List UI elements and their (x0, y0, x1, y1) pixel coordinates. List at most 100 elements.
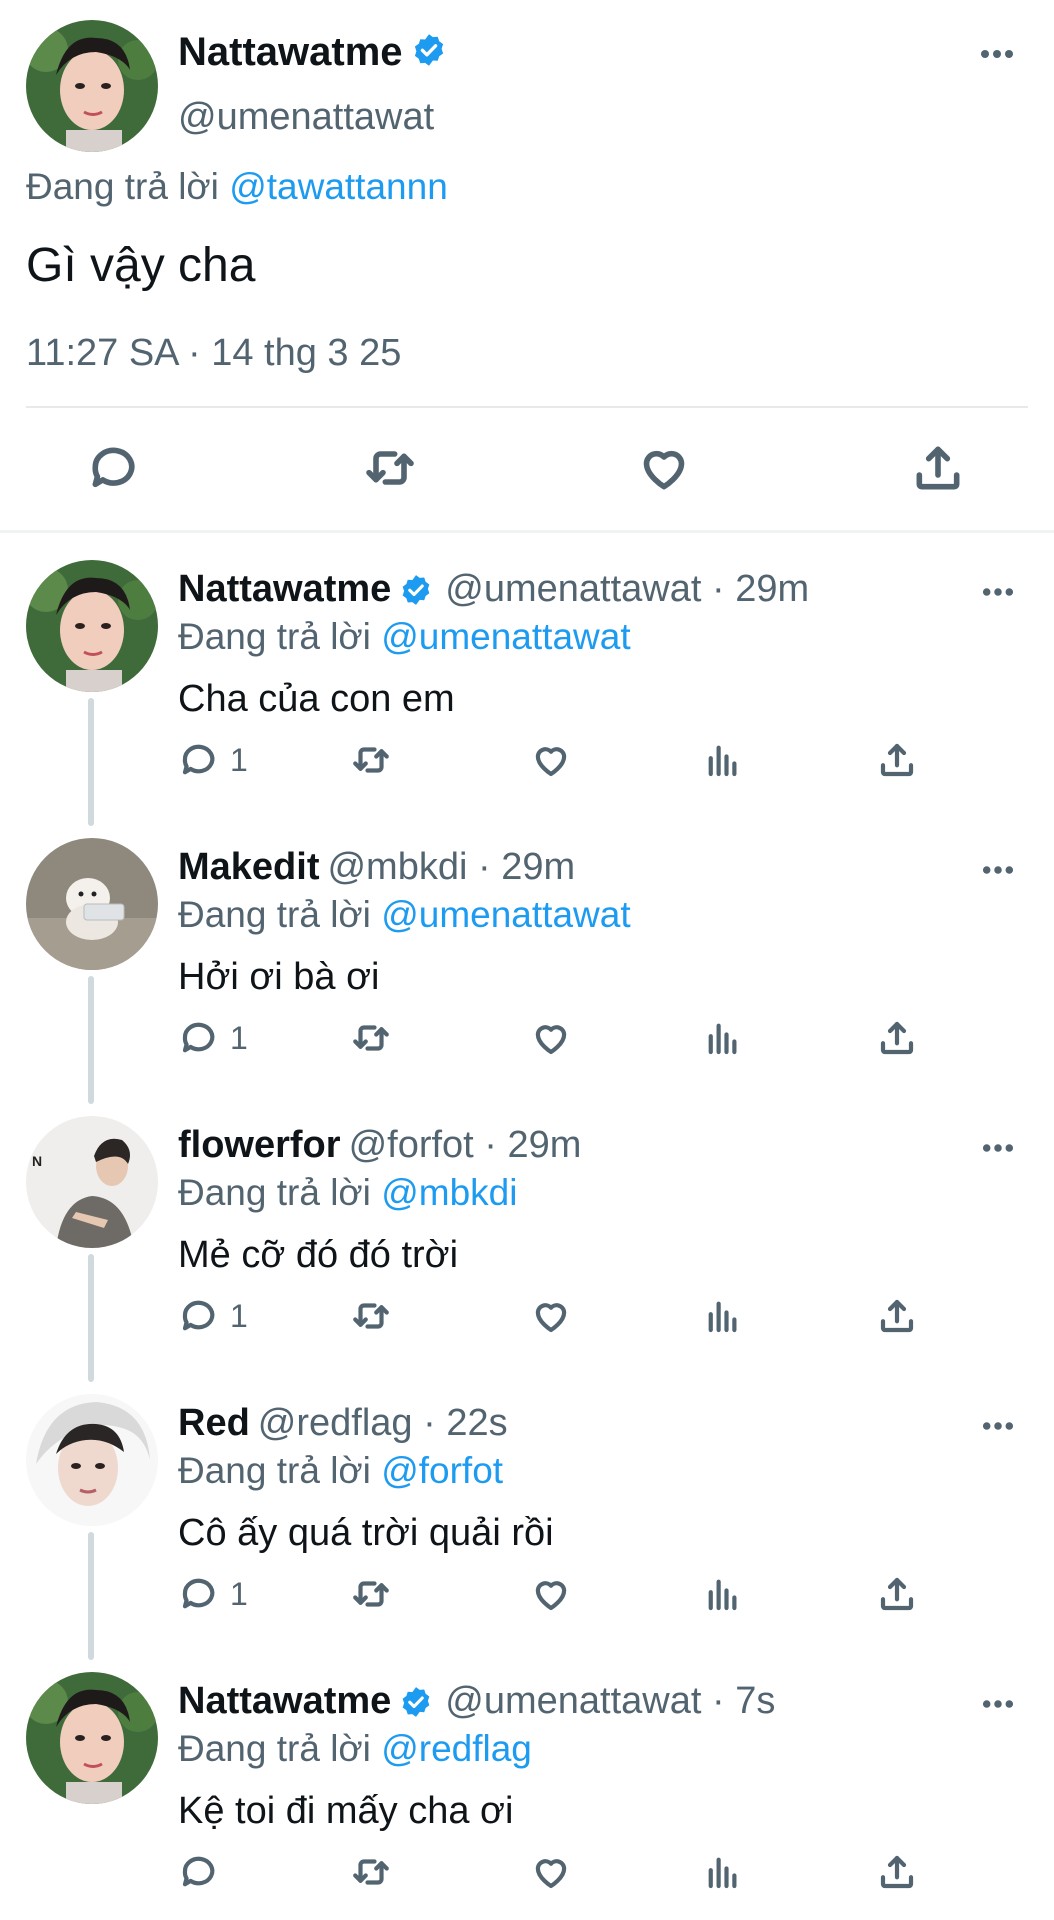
reply-button[interactable]: 1 (178, 738, 248, 782)
reply-button[interactable] (178, 1850, 230, 1894)
reply-icon[interactable] (86, 440, 142, 496)
retweet-icon (353, 1303, 389, 1329)
replying-prefix: Đang trả lời (178, 1728, 382, 1769)
author-name[interactable]: Makedit (178, 846, 319, 889)
thread-line (88, 698, 94, 826)
like-button[interactable] (530, 1572, 572, 1616)
author-meta[interactable]: @forfot · 29m (349, 1124, 582, 1167)
replying-mention[interactable]: @umenattawat (381, 616, 630, 657)
replying-mention[interactable]: @mbkdi (381, 1172, 517, 1213)
views-button[interactable] (702, 1294, 744, 1338)
retweet-icon (353, 1859, 389, 1885)
divider (26, 406, 1028, 408)
more-options-icon[interactable] (982, 1418, 1014, 1436)
avatar[interactable] (26, 560, 158, 692)
more-options-icon[interactable] (982, 1140, 1014, 1158)
replying-mention[interactable]: @tawattannn (229, 166, 448, 207)
views-button[interactable] (702, 1016, 744, 1060)
reply-tweet[interactable]: Nattawatme @umenattawat · 7s Đang trả lờ… (0, 1660, 1054, 1920)
author-line: Nattawatme @umenattawat · 29m (178, 568, 809, 611)
views-button[interactable] (702, 1850, 744, 1894)
views-icon (708, 1301, 737, 1333)
tweet-text: Mẻ cỡ đó đó trời (178, 1234, 459, 1276)
like-button[interactable] (530, 1016, 572, 1060)
author-meta[interactable]: @umenattawat · 29m (445, 568, 809, 611)
reply-tweet[interactable]: N flowerfor @forfot · 29m Đang trả lời @… (0, 1104, 1054, 1382)
replying-to: Đang trả lời @redflag (178, 1728, 532, 1770)
replying-mention[interactable]: @redflag (381, 1728, 532, 1769)
share-button[interactable] (876, 1294, 918, 1338)
retweet-icon (353, 1025, 389, 1051)
share-button[interactable] (876, 1572, 918, 1616)
reply-count: 1 (230, 1575, 248, 1612)
views-icon (708, 1579, 737, 1611)
avatar[interactable] (26, 20, 158, 152)
like-icon (535, 1025, 567, 1055)
tweet-actions (178, 1850, 958, 1900)
retweet-button[interactable] (350, 1016, 392, 1060)
retweet-button[interactable] (350, 1850, 392, 1894)
replying-mention[interactable]: @umenattawat (381, 894, 630, 935)
reply-button[interactable]: 1 (178, 1294, 248, 1338)
like-button[interactable] (530, 1294, 572, 1338)
author-handle[interactable]: @umenattawat (178, 96, 434, 139)
retweet-button[interactable] (350, 1294, 392, 1338)
author-meta[interactable]: @mbkdi · 29m (327, 846, 575, 889)
avatar[interactable] (26, 1672, 158, 1804)
author-line: Red @redflag · 22s (178, 1402, 508, 1445)
reply-icon (182, 744, 215, 775)
retweet-icon[interactable] (362, 440, 418, 496)
reply-button[interactable]: 1 (178, 1016, 248, 1060)
replying-prefix: Đang trả lời (178, 894, 382, 935)
more-options-icon[interactable] (982, 584, 1014, 602)
reply-tweet[interactable]: Makedit @mbkdi · 29m Đang trả lời @umena… (0, 826, 1054, 1104)
reply-tweet[interactable]: Nattawatme @umenattawat · 29m Đang trả l… (0, 548, 1054, 826)
replying-prefix: Đang trả lời (178, 1450, 382, 1491)
tweet-text: Cô ấy quá trời quải rồi (178, 1512, 554, 1554)
reply-icon (182, 1022, 215, 1053)
like-button[interactable] (530, 738, 572, 782)
author-name[interactable]: flowerfor (178, 1124, 341, 1167)
more-options-icon[interactable] (982, 862, 1014, 880)
tweet-timestamp[interactable]: 11:27 SA · 14 thg 3 25 (26, 332, 401, 375)
thread-line (88, 1532, 94, 1660)
like-button[interactable] (530, 1850, 572, 1894)
avatar[interactable] (26, 838, 158, 970)
views-icon (708, 1023, 737, 1055)
more-options-icon[interactable] (980, 46, 1014, 64)
more-options-icon[interactable] (982, 1696, 1014, 1714)
like-icon (535, 1859, 567, 1889)
share-button[interactable] (876, 738, 918, 782)
reply-tweet[interactable]: Red @redflag · 22s Đang trả lời @forfot … (0, 1382, 1054, 1660)
share-icon[interactable] (910, 440, 966, 496)
like-icon[interactable] (636, 440, 692, 496)
author-name[interactable]: Nattawatme (178, 568, 391, 611)
retweet-button[interactable] (350, 1572, 392, 1616)
author-name[interactable]: Nattawatme (178, 30, 403, 75)
author-meta[interactable]: @umenattawat · 7s (445, 1680, 775, 1723)
retweet-icon (353, 1581, 389, 1607)
author-line: Nattawatme @umenattawat · 7s (178, 1680, 775, 1723)
views-button[interactable] (702, 1572, 744, 1616)
section-divider (0, 530, 1054, 533)
share-button[interactable] (876, 1016, 918, 1060)
views-button[interactable] (702, 738, 744, 782)
avatar[interactable] (26, 1394, 158, 1526)
share-button[interactable] (876, 1850, 918, 1894)
retweet-button[interactable] (350, 738, 392, 782)
author-name[interactable]: Red (178, 1402, 250, 1445)
replying-to: Đang trả lời @mbkdi (178, 1172, 517, 1214)
reply-icon (182, 1578, 215, 1609)
author-meta[interactable]: @redflag · 22s (258, 1402, 508, 1445)
reply-icon (182, 1300, 215, 1331)
avatar[interactable]: N (26, 1116, 158, 1248)
tweet-actions: 1 (178, 1572, 958, 1622)
author-name[interactable]: Nattawatme (178, 1680, 391, 1723)
reply-button[interactable]: 1 (178, 1572, 248, 1616)
replying-mention[interactable]: @forfot (381, 1450, 503, 1491)
share-icon (880, 1299, 914, 1333)
tweet-text: Cha của con em (178, 678, 455, 720)
tweet-actions: 1 (178, 738, 958, 788)
retweet-icon (353, 747, 389, 773)
tweet-text: Hởi ơi bà ơi (178, 956, 380, 998)
